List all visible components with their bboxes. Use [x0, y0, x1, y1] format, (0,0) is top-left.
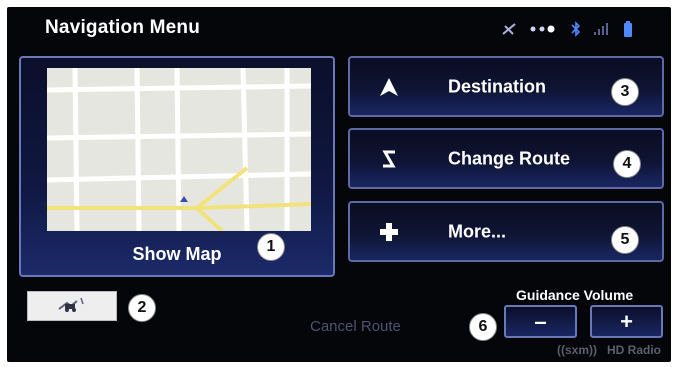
- vehicle-route-icon: [55, 295, 89, 318]
- guidance-volume-label: Guidance Volume: [516, 287, 634, 303]
- hd-radio-logo: HD Radio: [607, 343, 661, 357]
- arrow-up-icon: [378, 76, 400, 98]
- show-map-label: Show Map: [132, 244, 222, 264]
- callout-badge-1: 1: [257, 233, 285, 261]
- signal-dots-icon: [529, 25, 559, 33]
- callout-badge-4: 4: [613, 150, 641, 178]
- volume-up-button[interactable]: +: [590, 305, 663, 338]
- page-title: Navigation Menu: [45, 17, 201, 38]
- callout-badge-5: 5: [611, 226, 639, 254]
- battery-icon: [623, 21, 633, 37]
- siriusxm-logo: ((sxm)): [556, 343, 597, 357]
- navigation-screen: Navigation Menu Show Map 1 Destination 3…: [7, 7, 671, 362]
- callout-badge-6: 6: [469, 313, 497, 341]
- route-s-icon: [378, 148, 400, 170]
- bluetooth-icon: [571, 21, 581, 37]
- destination-label: Destination: [448, 76, 547, 96]
- cancel-route-button[interactable]: Cancel Route: [310, 318, 401, 335]
- plus-icon: [378, 221, 400, 243]
- callout-badge-3: 3: [611, 78, 639, 106]
- volume-down-button[interactable]: –: [504, 305, 577, 338]
- callout-badge-2: 2: [128, 294, 156, 322]
- show-map-button[interactable]: Show Map: [19, 56, 335, 277]
- vehicle-route-button[interactable]: [27, 291, 117, 321]
- cell-signal-icon: [593, 22, 611, 36]
- brand-logos: ((sxm)) HD Radio: [557, 343, 661, 357]
- more-label: More...: [448, 221, 507, 241]
- change-route-label: Change Route: [448, 148, 571, 168]
- status-bar: [501, 21, 633, 37]
- map-image: [47, 68, 311, 231]
- satellite-icon: [501, 22, 517, 36]
- map-thumbnail: [47, 68, 311, 231]
